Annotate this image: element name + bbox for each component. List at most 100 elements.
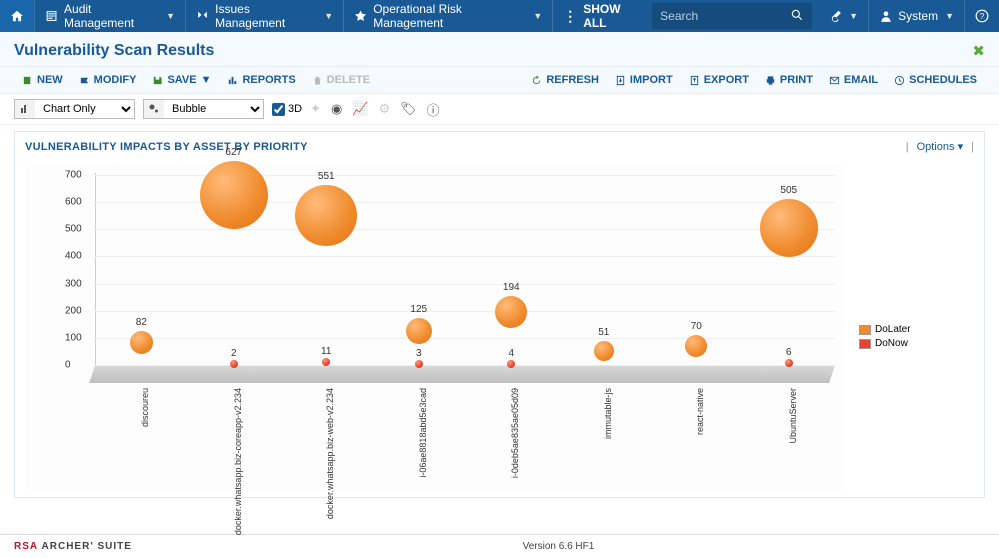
bubble-dolater[interactable] (685, 335, 707, 357)
show-all-label: SHOW ALL (583, 2, 642, 30)
chevron-down-icon: ▾ (958, 141, 964, 153)
x-tick-label: react-native (695, 388, 705, 435)
search-input[interactable] (652, 9, 782, 23)
x-tick-label: immutable-js (603, 388, 613, 439)
y-tick-label: 200 (65, 305, 82, 316)
page-title-bar: Vulnerability Scan Results ✖ (0, 32, 999, 67)
delete-button: DELETE (304, 71, 378, 89)
y-tick-label: 300 (65, 278, 82, 289)
chart-mode-icon (14, 99, 35, 119)
x-tick-label: i-0deb5ae835ae05d09 (510, 388, 520, 478)
settings-icon: ⚙ (379, 101, 391, 117)
data-label: 505 (780, 185, 797, 196)
page-title: Vulnerability Scan Results (14, 42, 214, 60)
data-label: 551 (318, 171, 335, 182)
data-label: 4 (508, 348, 514, 359)
data-label: 11 (321, 346, 331, 357)
chart-legend: DoLater DoNow (859, 323, 911, 493)
more-icon: ⋮ (563, 8, 577, 25)
y-tick-label: 400 (65, 251, 82, 262)
chevron-down-icon: ▼ (324, 11, 333, 21)
bubble-dolater[interactable] (295, 185, 357, 247)
y-tick-label: 600 (65, 197, 82, 208)
y-tick-label: 100 (65, 332, 82, 343)
data-label: 125 (410, 304, 427, 315)
legend-item: DoLater (859, 323, 911, 337)
threeD-toggle[interactable]: 3D (272, 103, 302, 116)
wand-icon: ✦ (310, 101, 321, 117)
action-toolbar: NEW MODIFY SAVE▼ REPORTS DELETE REFRESH … (0, 67, 999, 94)
y-tick-label: 700 (65, 170, 82, 181)
bubble-dolater[interactable] (760, 199, 818, 257)
chevron-down-icon: ▼ (849, 11, 858, 21)
data-label: 3 (416, 348, 422, 359)
nav-audit-management[interactable]: Audit Management ▼ (35, 0, 185, 32)
bubble-donow[interactable] (415, 360, 423, 368)
legend-item: DoNow (859, 337, 911, 351)
legend-swatch (859, 339, 871, 349)
chevron-down-icon: ▼ (533, 11, 542, 21)
chevron-down-icon: ▼ (201, 74, 212, 86)
y-tick-label: 0 (65, 360, 71, 371)
chart-panel: VULNERABILITY IMPACTS BY ASSET BY PRIORI… (14, 131, 985, 498)
search-box (652, 3, 812, 29)
close-icon[interactable]: ✖ (972, 42, 985, 60)
import-button[interactable]: IMPORT (607, 71, 681, 89)
nav-label: Issues Management (215, 2, 316, 30)
nav-operational-risk[interactable]: Operational Risk Management ▼ (344, 0, 552, 32)
chevron-down-icon: ▼ (166, 11, 175, 21)
new-button[interactable]: NEW (14, 71, 71, 89)
data-label: 194 (503, 282, 520, 293)
eye-icon[interactable]: ◉ (331, 101, 342, 117)
chart-type-select[interactable]: Bubble (164, 99, 264, 119)
bubble-dolater[interactable] (495, 296, 527, 328)
data-label: 6 (786, 347, 792, 358)
email-button[interactable]: EMAIL (821, 71, 886, 89)
info-icon[interactable]: ⓘ (427, 100, 440, 119)
x-tick-label: UbuntuServer (788, 388, 798, 444)
data-label: 2 (231, 348, 237, 359)
modify-button[interactable]: MODIFY (71, 71, 145, 89)
nav-label: Audit Management (64, 2, 158, 30)
x-tick-label: discoureu (140, 388, 150, 427)
legend-swatch (859, 325, 871, 335)
export-button[interactable]: EXPORT (681, 71, 757, 89)
bubble-dolater[interactable] (406, 318, 432, 344)
nav-label: Operational Risk Management (373, 2, 525, 30)
bubble-dolater[interactable] (130, 331, 153, 354)
chart-title: VULNERABILITY IMPACTS BY ASSET BY PRIORI… (25, 141, 308, 153)
chart-plot-area: 010020030040050060070082discoureu6272doc… (25, 163, 845, 493)
data-label: 70 (691, 321, 702, 332)
chevron-down-icon: ▼ (945, 11, 954, 21)
refresh-button[interactable]: REFRESH (523, 71, 607, 89)
reports-button[interactable]: REPORTS (219, 71, 303, 89)
nav-issues-management[interactable]: Issues Management ▼ (186, 0, 343, 32)
user-menu[interactable]: System ▼ (868, 0, 964, 32)
data-label: 51 (598, 327, 609, 338)
x-tick-label: i-06ae8818abd5e3cad (418, 388, 428, 478)
search-icon[interactable] (782, 8, 812, 25)
chart-toolbar: Chart Only Bubble 3D ✦ ◉ 📈 ⚙ 🏷 ⓘ (0, 94, 999, 125)
data-label: 82 (136, 317, 147, 328)
data-label: 627 (225, 147, 242, 158)
tag-icon[interactable]: 🏷 (400, 101, 417, 117)
chart-options-button[interactable]: Options ▾ (917, 140, 964, 153)
save-button[interactable]: SAVE▼ (144, 71, 219, 89)
x-tick-label: docker.whatsapp.biz-coreapp-v2.234 (233, 388, 243, 535)
brand-logo: RSA ARCHER' SUITE (14, 541, 132, 552)
schedules-button[interactable]: SCHEDULES (886, 71, 985, 89)
home-button[interactable] (0, 0, 34, 32)
trend-icon[interactable]: 📈 (352, 101, 368, 117)
print-button[interactable]: PRINT (757, 71, 821, 89)
help-button[interactable]: ? (964, 0, 999, 32)
tools-button[interactable]: ▼ (818, 0, 868, 32)
x-tick-label: docker.whatsapp.biz-web-v2.234 (325, 388, 335, 519)
bubble-dolater[interactable] (200, 161, 268, 229)
show-all-button[interactable]: ⋮ SHOW ALL (553, 0, 652, 32)
svg-text:?: ? (980, 12, 985, 21)
version-label: Version 6.6 HF1 (523, 541, 595, 552)
chart-floor (89, 365, 835, 383)
bubble-dolater[interactable] (594, 341, 614, 361)
top-nav: Audit Management ▼ Issues Management ▼ O… (0, 0, 999, 32)
view-mode-select[interactable]: Chart Only (35, 99, 135, 119)
